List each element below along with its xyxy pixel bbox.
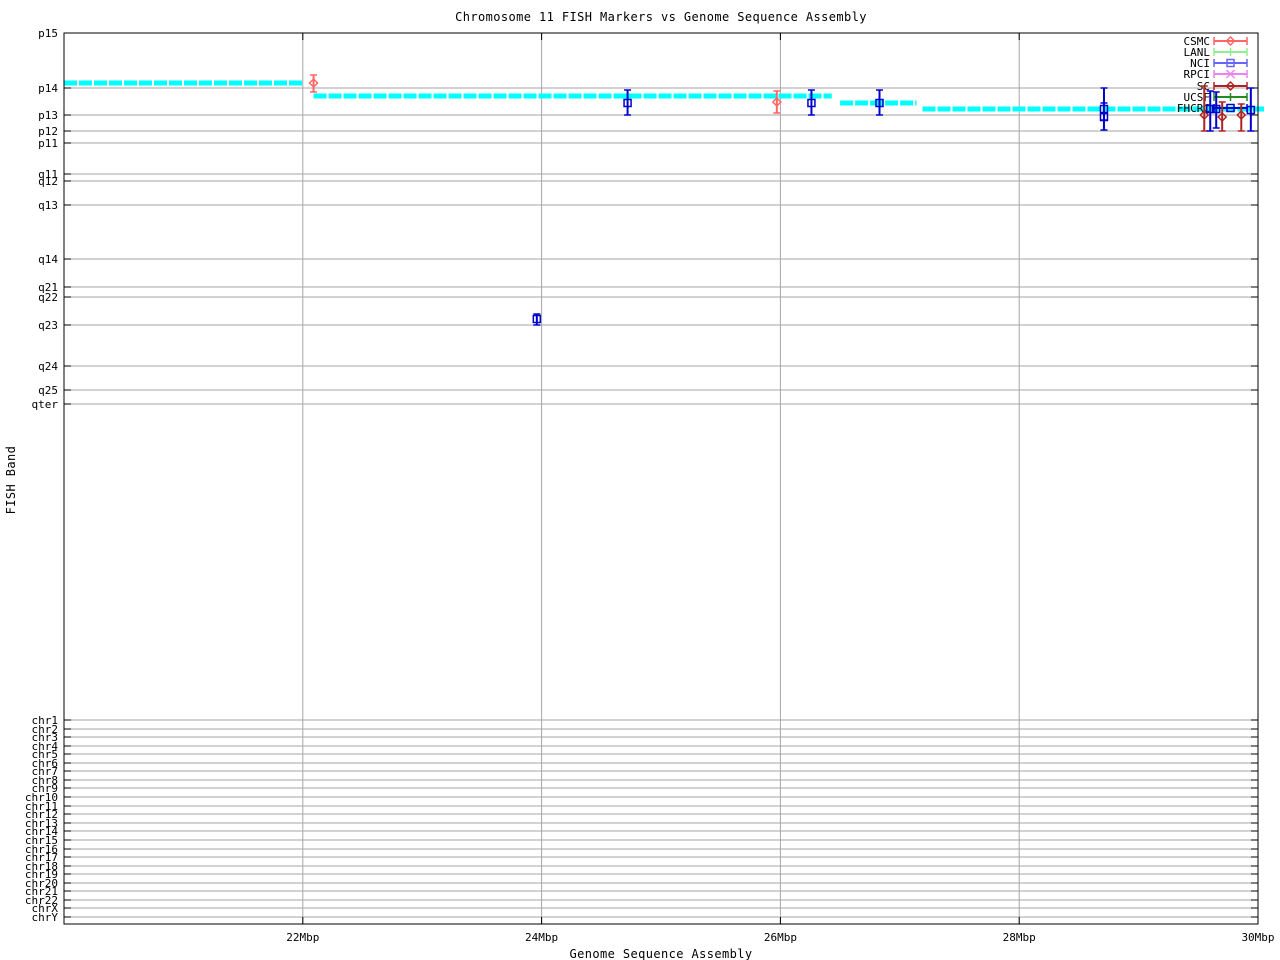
x-tick-label-26Mbp: 26Mbp bbox=[764, 931, 797, 944]
y-tick-label-q23: q23 bbox=[38, 319, 58, 332]
y-tick-label-qter: qter bbox=[32, 398, 59, 411]
legend-marker-LANL bbox=[1226, 48, 1235, 56]
x-tick-label-30Mbp: 30Mbp bbox=[1241, 931, 1274, 944]
y-tick-label-q22: q22 bbox=[38, 291, 58, 304]
y-tick-label-chrY: chrY bbox=[32, 911, 59, 924]
y-tick-label-q12: q12 bbox=[38, 175, 58, 188]
x-tick-label-28Mbp: 28Mbp bbox=[1003, 931, 1036, 944]
y-tick-label-p15: p15 bbox=[38, 27, 58, 40]
x-tick-label-22Mbp: 22Mbp bbox=[286, 931, 319, 944]
y-tick-label-q14: q14 bbox=[38, 253, 58, 266]
y-tick-label-p11: p11 bbox=[38, 137, 58, 150]
plot-area: p15p14p13p12p11q11q12q13q14q21q22q23q24q… bbox=[25, 27, 1275, 944]
y-tick-label-q13: q13 bbox=[38, 199, 58, 212]
y-tick-label-p14: p14 bbox=[38, 82, 58, 95]
x-tick-label-24Mbp: 24Mbp bbox=[525, 931, 558, 944]
y-tick-label-p13: p13 bbox=[38, 109, 58, 122]
plot-border bbox=[63, 32, 1259, 925]
chart-canvas: Chromosome 11 FISH Markers vs Genome Seq… bbox=[0, 0, 1280, 960]
legend-marker-UCSF bbox=[1226, 93, 1235, 101]
y-tick-label-q25: q25 bbox=[38, 384, 58, 397]
y-tick-label-q24: q24 bbox=[38, 360, 58, 373]
